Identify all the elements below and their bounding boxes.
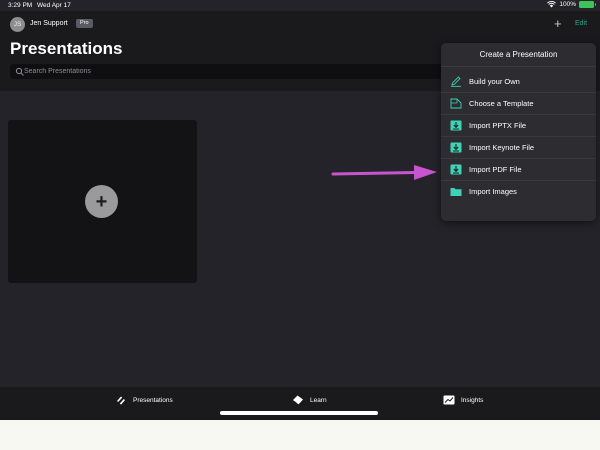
home-indicator[interactable] [220,411,378,415]
search-bar[interactable] [10,64,460,79]
add-icon[interactable]: + [85,185,118,218]
wifi-icon [547,1,557,8]
new-presentation-card[interactable]: + [8,120,197,283]
tab-insights[interactable]: Insights [443,393,483,407]
menu-item-label: Build your Own [469,77,520,86]
battery-percent: 100% [559,1,576,8]
menu-item-import-keynote[interactable]: Import Keynote File [441,137,596,159]
presentations-icon [117,396,125,405]
menu-item-label: Import PDF File [469,165,522,174]
tab-presentations[interactable]: Presentations [115,393,173,407]
menu-item-build-your-own[interactable]: Build your Own [441,71,596,93]
app-screen: 3:29 PM Wed Apr 17 100% JS Jen Support P… [0,0,600,420]
create-menu: Build your Own Choose a Template Import … [441,71,596,203]
menu-item-label: Choose a Template [469,99,534,108]
menu-item-label: Import Images [469,187,517,196]
plan-badge: Pro [76,19,93,28]
menu-item-import-images[interactable]: Import Images [441,181,596,203]
tab-label: Learn [310,396,327,404]
add-presentation-button[interactable]: + [554,16,562,31]
folder-icon [450,188,462,196]
create-presentation-popover: Create a Presentation Build your Own Cho… [441,43,596,221]
menu-item-choose-template[interactable]: Choose a Template [441,93,596,115]
pencil-icon [451,76,461,87]
status-bar: 3:29 PM Wed Apr 17 100% [0,0,600,11]
import-icon [450,142,462,153]
search-input[interactable] [24,64,444,79]
import-icon [450,164,462,175]
learn-icon [293,395,303,406]
menu-item-import-pdf[interactable]: Import PDF File [441,159,596,181]
edit-button[interactable]: Edit [575,20,587,27]
template-icon [450,98,462,109]
tab-learn[interactable]: Learn [292,393,327,407]
menu-item-label: Import PPTX File [469,121,527,130]
tab-label: Insights [461,396,484,404]
insights-icon [443,395,455,405]
popover-title: Create a Presentation [441,43,596,67]
annotation-arrow [331,165,437,180]
tab-label: Presentations [133,396,173,404]
menu-item-label: Import Keynote File [469,143,535,152]
battery-icon [579,1,596,8]
tab-bar: Presentations Learn Insights [0,387,600,420]
status-date: Wed Apr 17 [37,2,71,9]
import-icon [450,120,462,131]
status-time: 3:29 PM [8,2,33,9]
status-indicators: 100% [547,1,596,8]
page-title: Presentations [10,39,123,58]
avatar[interactable]: JS [10,17,25,32]
user-name[interactable]: Jen Support [30,20,68,27]
menu-item-import-pptx[interactable]: Import PPTX File [441,115,596,137]
